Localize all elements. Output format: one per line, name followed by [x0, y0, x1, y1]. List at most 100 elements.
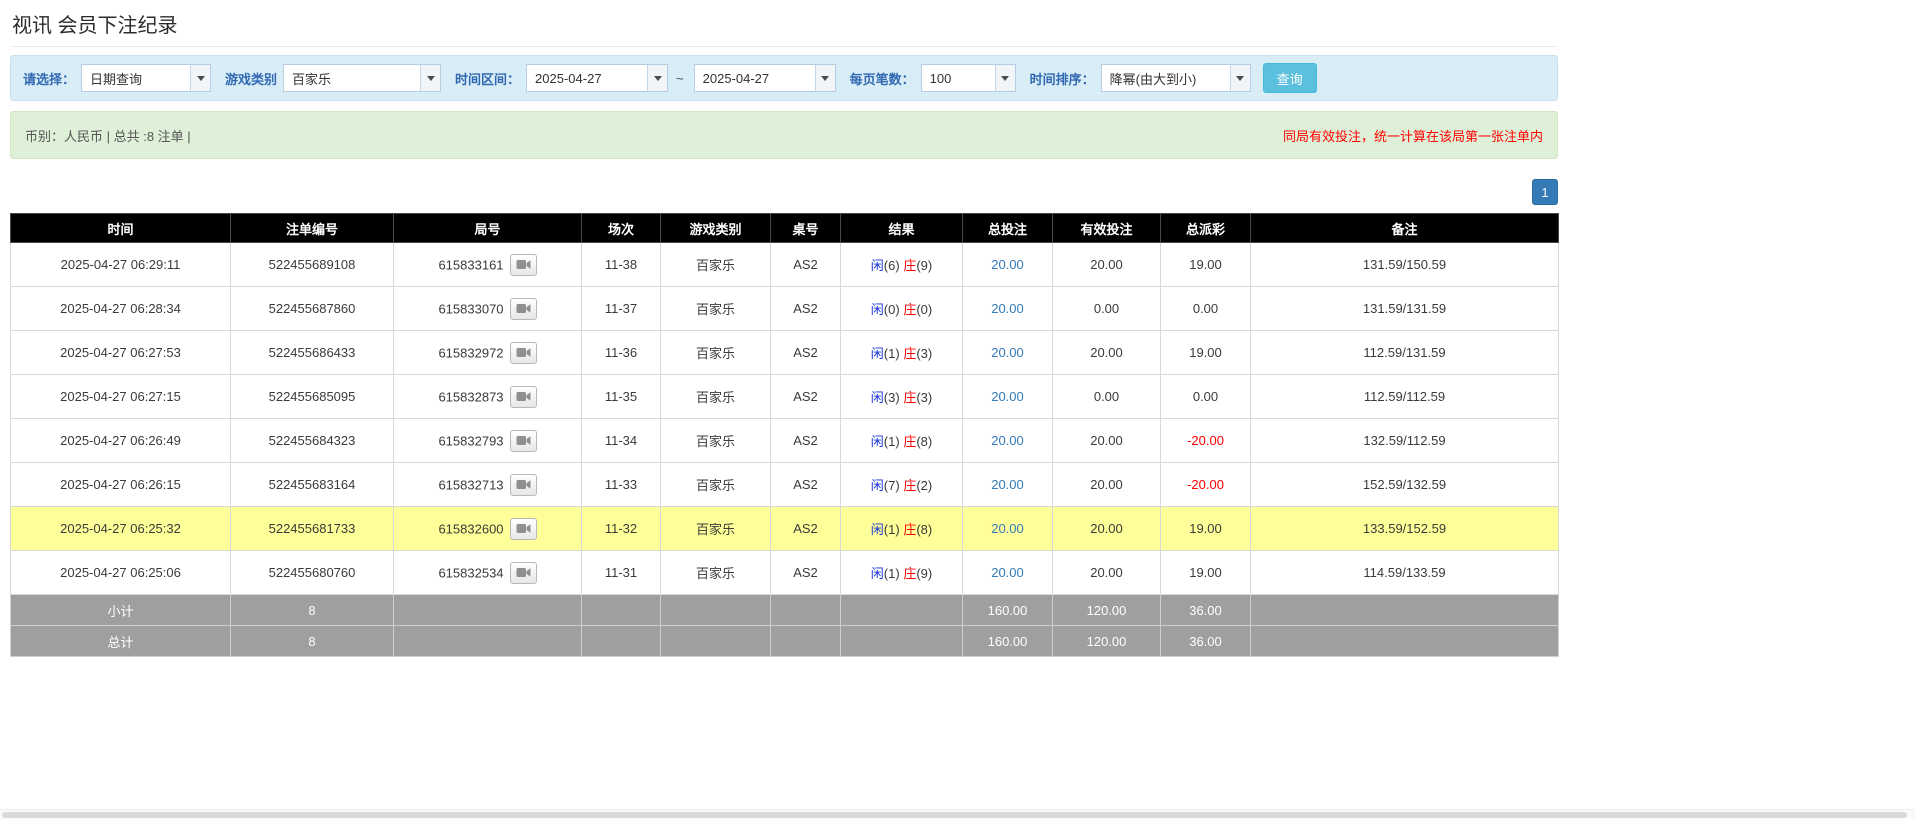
video-replay-button[interactable]: [509, 561, 537, 584]
result-player-label: 闲: [870, 478, 884, 493]
dropdown-arrow-icon[interactable]: [994, 65, 1015, 91]
table-row[interactable]: 2025-04-27 06:27:53 522455686433 6158329…: [10, 330, 1559, 375]
total-bet-link[interactable]: 20.00: [991, 301, 1024, 316]
cell-game-type: 百家乐: [660, 462, 771, 507]
summary-bar: 币别：人民币 | 总共 :8 注单 | 同局有效投注，统一计算在该局第一张注单内: [10, 111, 1558, 159]
triangle-glyph: [196, 75, 205, 81]
dropdown-arrow-icon[interactable]: [420, 65, 441, 91]
cell-session: 11-35: [581, 374, 661, 419]
table-row[interactable]: 2025-04-27 06:27:15 522455685095 6158328…: [10, 374, 1559, 419]
total-bet-link[interactable]: 20.00: [991, 389, 1024, 404]
cell-session: 11-33: [581, 462, 661, 507]
video-replay-button[interactable]: [509, 429, 537, 452]
cell-bet-id: 522455684323: [230, 418, 394, 463]
dropdown-arrow-icon[interactable]: [814, 65, 835, 91]
round-id-text: 615832793: [438, 433, 504, 448]
dropdown-arrow-icon[interactable]: [1229, 65, 1250, 91]
column-header: 有效投注: [1052, 213, 1161, 243]
dropdown-arrow-icon[interactable]: [647, 65, 668, 91]
date-to-input[interactable]: [694, 65, 815, 91]
table-row[interactable]: 2025-04-27 06:25:06 522455680760 6158325…: [10, 550, 1559, 595]
page-size-combobox[interactable]: [920, 64, 1016, 92]
total-bet-link[interactable]: 20.00: [991, 477, 1024, 492]
page: 视讯 会员下注纪录 请选择： 游戏类别 时间区间： ~: [0, 0, 1915, 819]
footer-empty-game: [660, 594, 771, 626]
video-replay-button[interactable]: [509, 341, 537, 364]
footer-empty-table: [770, 594, 841, 626]
result-player-label: 闲: [870, 390, 884, 405]
table-row[interactable]: 2025-04-27 06:26:15 522455683164 6158327…: [10, 462, 1559, 507]
video-replay-button[interactable]: [509, 473, 537, 496]
footer-label: 总计: [10, 625, 231, 657]
cell-total-bet: 20.00: [962, 330, 1053, 375]
footer-count: 8: [230, 625, 394, 657]
time-sort-label: 时间排序：: [1029, 71, 1095, 87]
cell-payout: -20.00: [1160, 418, 1251, 463]
horizontal-scrollbar-track[interactable]: [0, 809, 1915, 819]
cell-bet-id: 522455681733: [230, 506, 394, 551]
total-bet-link[interactable]: 20.00: [991, 433, 1024, 448]
cell-total-bet: 20.00: [962, 506, 1053, 551]
cell-game-type: 百家乐: [660, 330, 771, 375]
video-replay-button[interactable]: [509, 297, 537, 320]
result-banker-score: (3): [916, 390, 933, 405]
cell-bet-id: 522455685095: [230, 374, 394, 419]
result-player-score: (6): [883, 258, 900, 273]
result-player-score: (1): [883, 522, 900, 537]
total-bet-link[interactable]: 20.00: [991, 521, 1024, 536]
cell-session: 11-32: [581, 506, 661, 551]
dropdown-arrow-icon[interactable]: [190, 65, 211, 91]
column-header: 时间: [10, 213, 231, 243]
total-bet-link[interactable]: 20.00: [991, 257, 1024, 272]
round-id-text: 615833161: [438, 257, 504, 272]
cell-remark: 132.59/112.59: [1250, 418, 1559, 463]
cell-table-no: AS2: [770, 242, 841, 287]
search-button[interactable]: 查询: [1262, 63, 1317, 93]
summary-info: 币别：人民币 | 总共 :8 注单 |: [25, 128, 191, 144]
result-banker-label: 庄: [903, 346, 917, 361]
cell-round-id: 615832972: [393, 330, 582, 375]
result-banker-score: (3): [916, 346, 933, 361]
cell-result: 闲(1) 庄(8): [840, 418, 963, 463]
video-camera-icon: [516, 304, 531, 313]
cell-bet-id: 522455683164: [230, 462, 394, 507]
table-row[interactable]: 2025-04-27 06:28:34 522455687860 6158330…: [10, 286, 1559, 331]
table-row[interactable]: 2025-04-27 06:29:11 522455689108 6158331…: [10, 242, 1559, 287]
cell-bet-id: 522455689108: [230, 242, 394, 287]
round-id-text: 615832534: [438, 565, 504, 580]
query-type-input[interactable]: [82, 65, 191, 91]
time-sort-input[interactable]: [1101, 65, 1230, 91]
result-banker-label: 庄: [903, 566, 917, 581]
video-replay-button[interactable]: [509, 385, 537, 408]
table-row[interactable]: 2025-04-27 06:25:32 522455681733 6158326…: [10, 506, 1559, 551]
total-bet-link[interactable]: 20.00: [991, 565, 1024, 580]
game-type-input[interactable]: [284, 65, 421, 91]
game-type-combobox[interactable]: [283, 64, 442, 92]
round-id-text: 615832972: [438, 345, 504, 360]
column-header: 游戏类别: [660, 213, 771, 243]
video-replay-button[interactable]: [509, 253, 537, 276]
cell-time: 2025-04-27 06:26:49: [10, 418, 231, 463]
query-type-combobox[interactable]: [81, 64, 212, 92]
column-header: 结果: [840, 213, 963, 243]
horizontal-scrollbar-thumb[interactable]: [2, 812, 1907, 818]
date-to-combobox[interactable]: [693, 64, 836, 92]
cell-time: 2025-04-27 06:25:32: [10, 506, 231, 551]
game-type-label: 游戏类别: [225, 71, 278, 87]
cell-session: 11-38: [581, 242, 661, 287]
video-camera-icon: [516, 480, 531, 489]
page-number-button[interactable]: 1: [1532, 179, 1558, 205]
total-bet-link[interactable]: 20.00: [991, 345, 1024, 360]
cell-time: 2025-04-27 06:27:15: [10, 374, 231, 419]
date-from-input[interactable]: [527, 65, 648, 91]
title-bar: 视讯 会员下注纪录: [10, 0, 1558, 47]
date-range-label: 时间区间：: [455, 71, 521, 87]
date-from-combobox[interactable]: [526, 64, 669, 92]
video-replay-button[interactable]: [509, 517, 537, 540]
time-sort-combobox[interactable]: [1100, 64, 1251, 92]
cell-table-no: AS2: [770, 286, 841, 331]
page-size-input[interactable]: [921, 65, 995, 91]
footer-empty-game: [660, 625, 771, 657]
table-row[interactable]: 2025-04-27 06:26:49 522455684323 6158327…: [10, 418, 1559, 463]
date-range-separator: ~: [676, 70, 684, 86]
